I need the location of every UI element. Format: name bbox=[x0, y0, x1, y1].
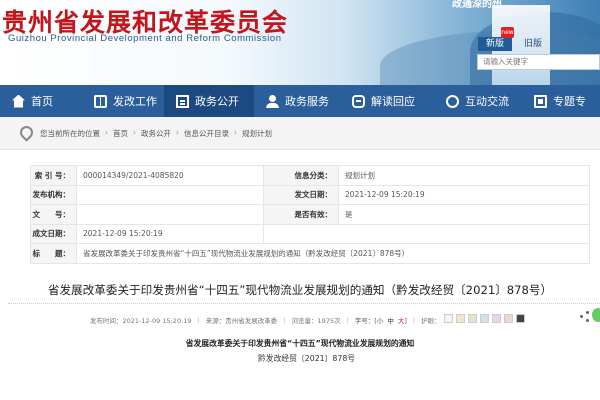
docno-label: 文 号： bbox=[30, 204, 77, 225]
book-icon bbox=[94, 94, 107, 108]
nav-item-label: 政务服务 bbox=[285, 95, 329, 108]
category-label: 信息分类： bbox=[263, 165, 339, 186]
document-info-table: 索 引 号： 000014349/2021-4085820 信息分类： 规划计划… bbox=[30, 165, 590, 264]
wechat-icon[interactable] bbox=[592, 308, 600, 322]
topic-icon bbox=[534, 94, 547, 108]
share-icon[interactable] bbox=[580, 311, 590, 321]
nav-item-label: 政务公开 bbox=[195, 95, 239, 108]
breadcrumb-prefix: 您当前所在的位置 bbox=[40, 129, 100, 138]
nav-item-label: 首页 bbox=[31, 95, 53, 108]
article-meta: 发布时间：2021-12-09 15:20:19 | 来源：贵州省发展改革委 | 浏… bbox=[90, 314, 525, 325]
nav-item-service[interactable]: 政务服务 bbox=[254, 85, 340, 117]
color-swatch[interactable] bbox=[455, 314, 465, 323]
publisher-label: 发布机构： bbox=[30, 184, 77, 205]
color-swatch[interactable] bbox=[491, 314, 501, 323]
pubdate-value: 2021-12-09 15:20:19 bbox=[338, 184, 590, 205]
breadcrumb-item[interactable]: 政务公开 bbox=[141, 128, 171, 139]
table-row: 发布机构： 发文日期： 2021-12-09 15:20:19 bbox=[30, 184, 590, 205]
article-title: 省发展改革委关于印发贵州省“十四五”现代物流业发展规划的通知（黔发改经贸〔202… bbox=[47, 283, 553, 297]
index-label: 索 引 号： bbox=[30, 165, 77, 186]
table-row: 文 号： 是否有效： 是 bbox=[30, 204, 590, 225]
nav-item-label: 专题专 bbox=[553, 95, 586, 108]
color-swatch[interactable] bbox=[479, 314, 489, 323]
table-row: 标 题： 省发展改革委关于印发贵州省“十四五”现代物流业发展规划的通知（黔发改经… bbox=[30, 243, 590, 264]
pubdate-label: 发文日期： bbox=[263, 184, 339, 205]
nav-item-public[interactable]: 政务公开 bbox=[164, 85, 254, 117]
breadcrumb-item[interactable]: 首页 bbox=[113, 128, 128, 139]
breadcrumb-item[interactable]: 信息公开目录 bbox=[184, 128, 229, 139]
nav-item-label: 互动交流 bbox=[465, 95, 509, 108]
version-old-button[interactable]: 旧版 bbox=[516, 37, 550, 51]
font-mid-button[interactable]: 中 bbox=[387, 317, 394, 325]
valid-label: 是否有效： bbox=[263, 204, 339, 225]
date-label: 成文日期： bbox=[30, 223, 77, 244]
body-document-number: 黔发改经贸〔2021〕878号 bbox=[258, 354, 356, 363]
nav-item-interact[interactable]: 互动交流 bbox=[434, 85, 522, 117]
source: 来源：贵州省发展改革委 bbox=[205, 316, 278, 325]
date-value: 2021-12-09 15:20:19 bbox=[76, 223, 264, 244]
home-icon bbox=[12, 94, 25, 108]
view-count: 浏览量：1975次 bbox=[291, 316, 341, 325]
top-link[interactable]: 政通深的州 bbox=[452, 0, 502, 10]
chat-icon bbox=[352, 94, 365, 108]
color-swatch[interactable] bbox=[467, 314, 477, 323]
color-swatch[interactable] bbox=[515, 314, 525, 323]
index-value: 000014349/2021-4085820 bbox=[76, 165, 264, 186]
docno-value bbox=[76, 204, 264, 225]
title-label: 标 题： bbox=[30, 243, 77, 264]
font-small-button[interactable]: 小 bbox=[377, 317, 384, 325]
breadcrumb-item[interactable]: 规划计划 bbox=[242, 128, 272, 139]
nav-item-home[interactable]: 首页 bbox=[0, 85, 82, 117]
breadcrumb: 您当前所在的位置 › 首页 › 政务公开 › 信息公开目录 › 规划计划 bbox=[0, 117, 600, 150]
version-new-button[interactable]: 新版 bbox=[478, 37, 512, 51]
empty-cell bbox=[263, 223, 590, 244]
color-swatch[interactable] bbox=[443, 314, 453, 323]
color-swatches bbox=[441, 314, 525, 325]
valid-value: 是 bbox=[338, 204, 590, 225]
main-nav: 首页 发改工作 政务公开 政务服务 解读回应 互动交流 专题专 bbox=[0, 85, 600, 117]
new-badge: new bbox=[501, 27, 514, 38]
divider bbox=[8, 303, 600, 304]
category-value: 规划计划 bbox=[338, 165, 590, 186]
table-row: 成文日期： 2021-12-09 15:20:19 bbox=[30, 223, 590, 244]
location-pin-icon bbox=[20, 126, 29, 138]
table-row: 索 引 号： 000014349/2021-4085820 信息分类： 规划计划 bbox=[30, 165, 590, 186]
nav-item-label: 解读回应 bbox=[371, 95, 415, 108]
search-input[interactable]: 请输入关键字 bbox=[477, 54, 600, 70]
body-title: 省发展改革委关于印发贵州省“十四五”现代物流业发展规划的通知 bbox=[185, 339, 415, 348]
site-header: 贵州省发展和改革委员会 Guizhou Provincial Developme… bbox=[0, 0, 600, 85]
site-logo-subtitle: Guizhou Provincial Development and Refor… bbox=[8, 33, 282, 44]
document-icon bbox=[176, 94, 189, 108]
nav-item-label: 发改工作 bbox=[113, 95, 157, 108]
nav-item-topic[interactable]: 专题专 bbox=[522, 85, 600, 117]
font-size-control: 字号：[小 中 大] bbox=[354, 316, 407, 325]
bubble-icon bbox=[446, 94, 459, 108]
publish-date: 发布时间：2021-12-09 15:20:19 bbox=[90, 316, 192, 325]
nav-item-work[interactable]: 发改工作 bbox=[82, 85, 164, 117]
publisher-value bbox=[76, 184, 264, 205]
color-swatch[interactable] bbox=[503, 314, 513, 323]
title-value: 省发展改革委关于印发贵州省“十四五”现代物流业发展规划的通知（黔发改经贸〔202… bbox=[76, 243, 590, 264]
eye-care-label: 护眼： bbox=[421, 316, 441, 325]
nav-item-interpret[interactable]: 解读回应 bbox=[340, 85, 434, 117]
person-icon bbox=[266, 94, 279, 108]
